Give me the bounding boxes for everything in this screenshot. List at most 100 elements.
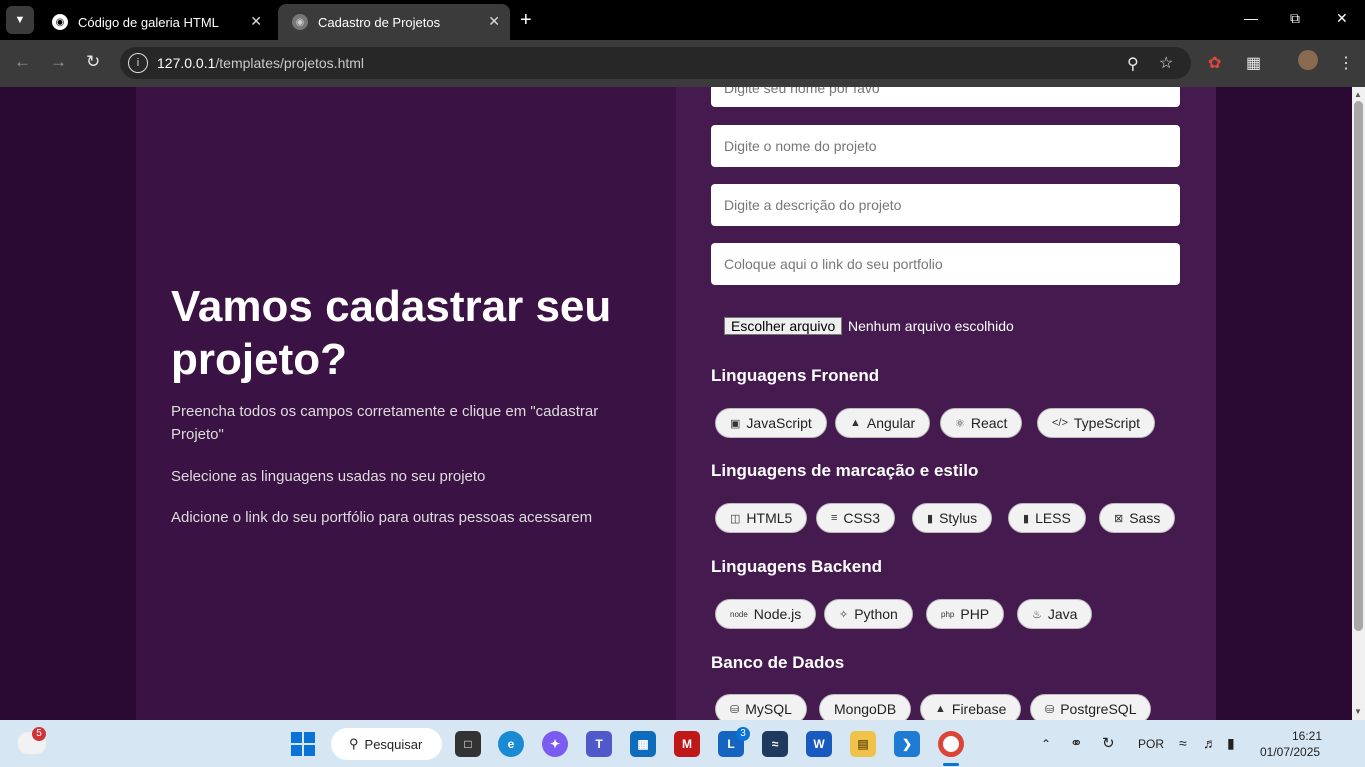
restore-icon[interactable]: ⧉ bbox=[1290, 10, 1300, 27]
chip-stylus[interactable]: ▮ Stylus bbox=[912, 503, 993, 533]
network-tool-icon[interactable]: ≈ bbox=[762, 731, 788, 757]
tab-title: Cadastro de Projetos bbox=[318, 14, 441, 30]
globe-favicon-icon: ◉ bbox=[52, 14, 68, 30]
section-heading-backend: Linguagens Backend bbox=[711, 557, 882, 576]
database-icon: ⛁ bbox=[730, 703, 740, 716]
store-icon[interactable]: ▦ bbox=[630, 731, 656, 757]
tab-galeria[interactable]: ◉ Código de galeria HTML ✕ bbox=[38, 4, 272, 40]
chip-mongodb[interactable]: MongoDB bbox=[819, 694, 912, 720]
chip-php[interactable]: php PHP bbox=[926, 599, 1005, 629]
python-icon: ✧ bbox=[839, 608, 849, 621]
code-icon: </> bbox=[1052, 417, 1068, 429]
chip-css3[interactable]: ≡ CSS3 bbox=[816, 503, 895, 533]
close-tab-icon[interactable]: ✕ bbox=[488, 13, 500, 30]
tab-title: Código de galeria HTML bbox=[78, 14, 219, 30]
chip-sass[interactable]: ⊠ Sass bbox=[1099, 503, 1176, 533]
chip-java[interactable]: ♨ Java bbox=[1017, 599, 1093, 629]
extension-bug-icon[interactable]: ✿ bbox=[1208, 53, 1221, 73]
file-explorer-icon[interactable]: ▤ bbox=[850, 731, 876, 757]
active-app-indicator bbox=[943, 763, 959, 766]
page-title: Vamos cadastrar seu projeto? bbox=[171, 282, 612, 384]
taskbar-search[interactable]: ⚲ Pesquisar bbox=[331, 728, 442, 760]
chip-react[interactable]: ⚛ React bbox=[940, 408, 1023, 438]
minimize-icon[interactable]: — bbox=[1244, 10, 1258, 26]
task-view-icon[interactable]: □ bbox=[455, 731, 481, 757]
chip-angular[interactable]: ▲ Angular bbox=[835, 408, 931, 438]
mcafee-icon[interactable]: M bbox=[674, 731, 700, 757]
html5-icon: ◫ bbox=[730, 512, 741, 525]
css3-icon: ≡ bbox=[831, 512, 838, 524]
sass-icon: ⊠ bbox=[1114, 512, 1124, 525]
chrome-icon[interactable] bbox=[938, 731, 964, 757]
edge-icon[interactable]: e bbox=[498, 731, 524, 757]
site-info-icon[interactable]: i bbox=[128, 53, 148, 73]
extensions-puzzle-icon[interactable]: ▦ bbox=[1246, 53, 1261, 73]
battery-icon[interactable]: ▮ bbox=[1227, 735, 1235, 752]
teams-icon[interactable]: T bbox=[586, 731, 612, 757]
section-heading-frontend: Linguagens Fronend bbox=[711, 366, 880, 385]
javascript-icon: ▣ bbox=[730, 417, 741, 430]
chip-html5[interactable]: ◫ HTML5 bbox=[715, 503, 808, 533]
copilot-icon[interactable]: ✦ bbox=[542, 731, 568, 757]
windows-start-icon[interactable] bbox=[291, 732, 315, 756]
chip-less[interactable]: ▮ LESS bbox=[1008, 503, 1086, 533]
close-tab-icon[interactable]: ✕ bbox=[250, 13, 262, 30]
tray-chevron-up-icon[interactable]: ⌃ bbox=[1041, 737, 1051, 751]
new-tab-plus-icon[interactable]: + bbox=[520, 9, 532, 32]
section-heading-markup: Linguagens de marcação e estilo bbox=[711, 461, 979, 480]
chip-javascript[interactable]: ▣ JavaScript bbox=[715, 408, 827, 438]
chip-postgresql[interactable]: ⛁ PostgreSQL bbox=[1030, 694, 1152, 720]
chip-typescript[interactable]: </> TypeScript bbox=[1037, 408, 1156, 438]
clock-time[interactable]: 16:21 bbox=[1292, 729, 1322, 743]
zoom-icon[interactable]: ⚲ bbox=[1127, 54, 1139, 74]
scroll-up-arrow-icon[interactable]: ▲ bbox=[1354, 90, 1362, 99]
menu-kebab-icon[interactable]: ⋮ bbox=[1338, 53, 1354, 73]
bookmark-star-icon[interactable]: ☆ bbox=[1159, 53, 1173, 73]
chip-nodejs[interactable]: node Node.js bbox=[715, 599, 817, 629]
page-content: Vamos cadastrar seu projeto? Preencha to… bbox=[0, 87, 1352, 720]
word-icon[interactable]: W bbox=[806, 731, 832, 757]
instruction-text: Preencha todos os campos corretamente e … bbox=[171, 403, 599, 443]
forward-arrow-icon[interactable]: → bbox=[50, 52, 67, 72]
page-scrollbar[interactable]: ▲ ▼ bbox=[1352, 87, 1365, 720]
address-bar[interactable]: i 127.0.0.1/templates/projetos.html ⚲ ☆ bbox=[120, 47, 1191, 79]
php-icon: php bbox=[941, 609, 955, 619]
file-status: Nenhum arquivo escolhido bbox=[848, 318, 1014, 334]
scroll-down-arrow-icon[interactable]: ▼ bbox=[1354, 707, 1362, 716]
choose-file-button[interactable]: Escolher arquivo bbox=[724, 317, 843, 335]
tab-strip: ▼ ◉ Código de galeria HTML ✕ ◉ Cadastro … bbox=[0, 0, 1365, 40]
angular-icon: ▲ bbox=[850, 417, 861, 429]
browser-toolbar: ← → ↻ i 127.0.0.1/templates/projetos.htm… bbox=[0, 40, 1365, 87]
wifi-icon[interactable]: ≈ bbox=[1179, 735, 1187, 751]
portfolio-link-input[interactable]: Coloque aqui o link do seu portfolio bbox=[711, 243, 1180, 285]
tab-cadastro[interactable]: ◉ Cadastro de Projetos ✕ bbox=[278, 4, 510, 40]
vscode-icon[interactable]: ❯ bbox=[894, 731, 920, 757]
tab-search-chevron-icon[interactable]: ▼ bbox=[6, 6, 34, 34]
database-icon: ⛁ bbox=[1045, 703, 1055, 716]
instruction-text: Adicione o link do seu portfólio para ou… bbox=[171, 509, 593, 526]
profile-avatar[interactable] bbox=[1298, 50, 1318, 70]
volume-icon[interactable]: ♬ bbox=[1203, 735, 1217, 751]
react-icon: ⚛ bbox=[955, 417, 965, 430]
url-text[interactable]: 127.0.0.1/templates/projetos.html bbox=[157, 55, 364, 71]
reload-icon[interactable]: ↻ bbox=[86, 52, 100, 72]
project-description-input[interactable]: Digite a descrição do projeto bbox=[711, 184, 1180, 226]
nodejs-icon: node bbox=[730, 609, 748, 619]
clock-date[interactable]: 01/07/2025 bbox=[1260, 745, 1320, 759]
close-window-icon[interactable]: ✕ bbox=[1336, 10, 1348, 27]
tray-sync-icon[interactable]: ⚭ bbox=[1070, 734, 1083, 752]
chip-firebase[interactable]: ▲ Firebase bbox=[920, 694, 1022, 720]
windows-taskbar: 5 ⚲ Pesquisar □ e ✦ T ▦ M L 3 ≈ W ▤ ❯ ⌃ ⚭… bbox=[0, 720, 1365, 767]
chip-mysql[interactable]: ⛁ MySQL bbox=[715, 694, 807, 720]
project-name-input[interactable]: Digite o nome do projeto bbox=[711, 125, 1180, 167]
stylus-icon: ▮ bbox=[927, 512, 934, 525]
language-indicator[interactable]: POR bbox=[1138, 737, 1164, 751]
instruction-text: Selecione as linguagens usadas no seu pr… bbox=[171, 468, 486, 485]
less-icon: ▮ bbox=[1023, 512, 1030, 525]
search-icon: ⚲ bbox=[349, 736, 359, 751]
name-input[interactable]: Digite seu nome por favo bbox=[711, 87, 1180, 107]
back-arrow-icon[interactable]: ← bbox=[14, 52, 31, 72]
scroll-thumb[interactable] bbox=[1354, 101, 1363, 631]
tray-update-icon[interactable]: ↻ bbox=[1102, 734, 1115, 752]
chip-python[interactable]: ✧ Python bbox=[824, 599, 913, 629]
